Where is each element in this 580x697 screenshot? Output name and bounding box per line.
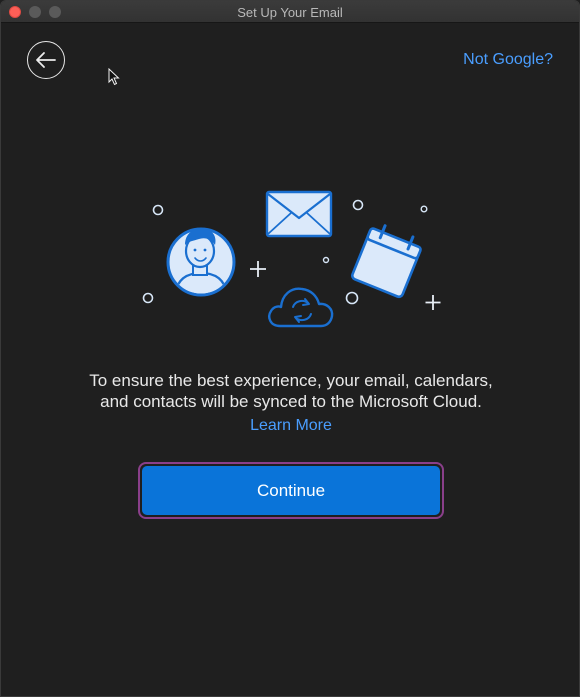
decor-circle-icon <box>420 205 428 213</box>
decor-circle-icon <box>152 204 164 216</box>
sync-info-line: and contacts will be synced to the Micro… <box>100 392 482 411</box>
decor-circle-icon <box>322 256 330 264</box>
decor-circle-icon <box>352 199 364 211</box>
setup-email-window: Set Up Your Email Not Google? To ensure … <box>0 0 580 697</box>
decor-plus-icon <box>250 261 266 277</box>
continue-button[interactable]: Continue <box>142 466 440 515</box>
learn-more-link[interactable]: Learn More <box>250 417 332 434</box>
sync-info-message: To ensure the best experience, your emai… <box>1 370 579 412</box>
back-arrow-icon <box>36 52 56 68</box>
envelope-icon <box>265 190 333 238</box>
not-google-link[interactable]: Not Google? <box>463 51 553 69</box>
cloud-sync-icon <box>268 287 334 328</box>
title-bar: Set Up Your Email <box>1 1 579 23</box>
person-avatar-icon <box>166 227 236 297</box>
window-title: Set Up Your Email <box>237 5 343 20</box>
sync-info-line: To ensure the best experience, your emai… <box>89 371 493 390</box>
back-button[interactable] <box>27 41 65 79</box>
sync-illustration <box>142 190 441 328</box>
decor-circle-icon <box>345 291 359 305</box>
decor-circle-icon <box>142 292 154 304</box>
decor-plus-icon <box>425 295 441 310</box>
calendar-icon <box>351 224 422 299</box>
mouse-cursor-icon <box>108 68 120 86</box>
learn-more-row: Learn More <box>1 417 579 435</box>
